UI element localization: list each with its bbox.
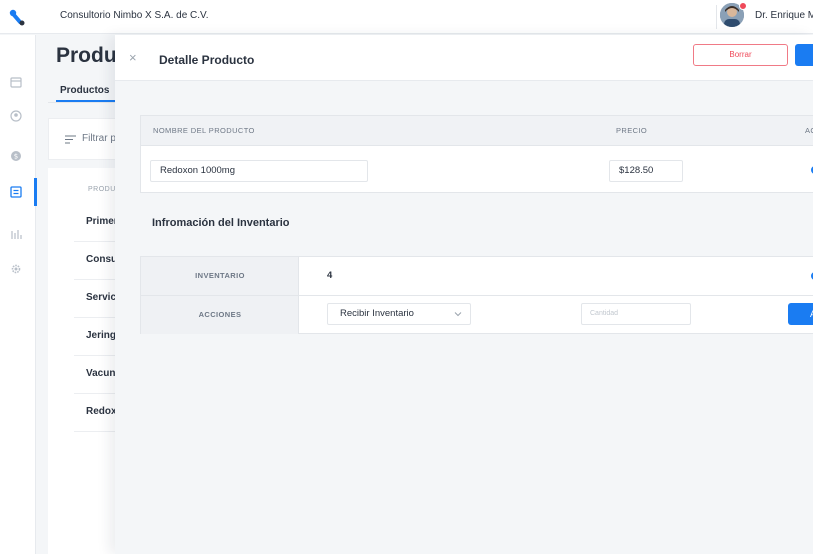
app-logo-icon[interactable]: [8, 8, 26, 26]
svg-text:$: $: [14, 153, 18, 161]
product-detail-panel: × Detalle Producto Borrar NOMBRE DEL PRO…: [115, 35, 813, 554]
price-input[interactable]: $128.50: [609, 160, 683, 182]
sidebar-active-indicator: [34, 178, 37, 206]
product-name-input[interactable]: Redoxon 1000mg: [150, 160, 368, 182]
calendar-icon[interactable]: [9, 75, 23, 89]
save-button[interactable]: [795, 44, 813, 66]
list-icon[interactable]: [9, 185, 23, 199]
filter-icon: [65, 135, 76, 144]
inventory-table: INVENTARIO ACCIONES 4 Recibir Inventario…: [140, 256, 813, 334]
sidebar: $: [0, 35, 36, 554]
tab-productos[interactable]: Productos: [60, 85, 109, 96]
filter-label: Filtrar p: [82, 133, 116, 144]
selected-action: Recibir Inventario: [340, 308, 414, 319]
row-name: Servic: [86, 292, 117, 303]
delete-button[interactable]: Borrar: [693, 44, 788, 66]
column-header-producto: PRODU: [88, 186, 116, 193]
inventory-action-select[interactable]: Recibir Inventario: [327, 303, 471, 325]
inventory-value: 4: [327, 270, 333, 281]
topbar-divider: [716, 5, 717, 29]
row-name: Primer: [86, 216, 118, 227]
close-icon[interactable]: ×: [129, 51, 137, 64]
header-precio: PRECIO: [616, 126, 648, 135]
quantity-input[interactable]: Cantidad: [581, 303, 691, 325]
panel-title: Detalle Producto: [159, 53, 255, 67]
row-name: Redox: [86, 406, 117, 417]
apply-button[interactable]: A: [788, 303, 813, 325]
top-bar: Consultorio Nimbo X S.A. de C.V. Dr. Enr…: [0, 0, 813, 34]
inventory-row-divider: [141, 295, 813, 296]
page-title: Produ: [56, 44, 117, 67]
inventory-section-title: Infromación del Inventario: [152, 217, 290, 229]
chevron-down-icon: [454, 312, 462, 317]
header-nombre: NOMBRE DEL PRODUCTO: [153, 126, 255, 135]
product-table-row: Redoxon 1000mg $128.50: [140, 145, 813, 193]
panel-header: × Detalle Producto Borrar: [115, 35, 813, 81]
product-table-header: NOMBRE DEL PRODUCTO PRECIO AC: [140, 115, 813, 145]
header-activo: AC: [805, 126, 813, 135]
inventory-label-cell: INVENTARIO: [141, 257, 299, 295]
coin-icon[interactable]: $: [9, 149, 23, 163]
company-name: Consultorio Nimbo X S.A. de C.V.: [60, 10, 209, 21]
actions-label-cell: ACCIONES: [141, 296, 299, 334]
user-name[interactable]: Dr. Enrique M: [755, 10, 813, 21]
actions-label: ACCIONES: [198, 310, 242, 319]
row-name: Consu: [86, 254, 118, 265]
row-name: Vacun: [86, 368, 116, 379]
notification-dot: [739, 2, 747, 10]
chart-bar-icon[interactable]: [9, 227, 23, 241]
active-tab-underline: [56, 100, 116, 102]
user-icon[interactable]: [9, 109, 23, 123]
gear-icon[interactable]: [9, 262, 23, 276]
inventory-label: INVENTARIO: [195, 271, 245, 280]
row-name: Jering: [86, 330, 117, 341]
